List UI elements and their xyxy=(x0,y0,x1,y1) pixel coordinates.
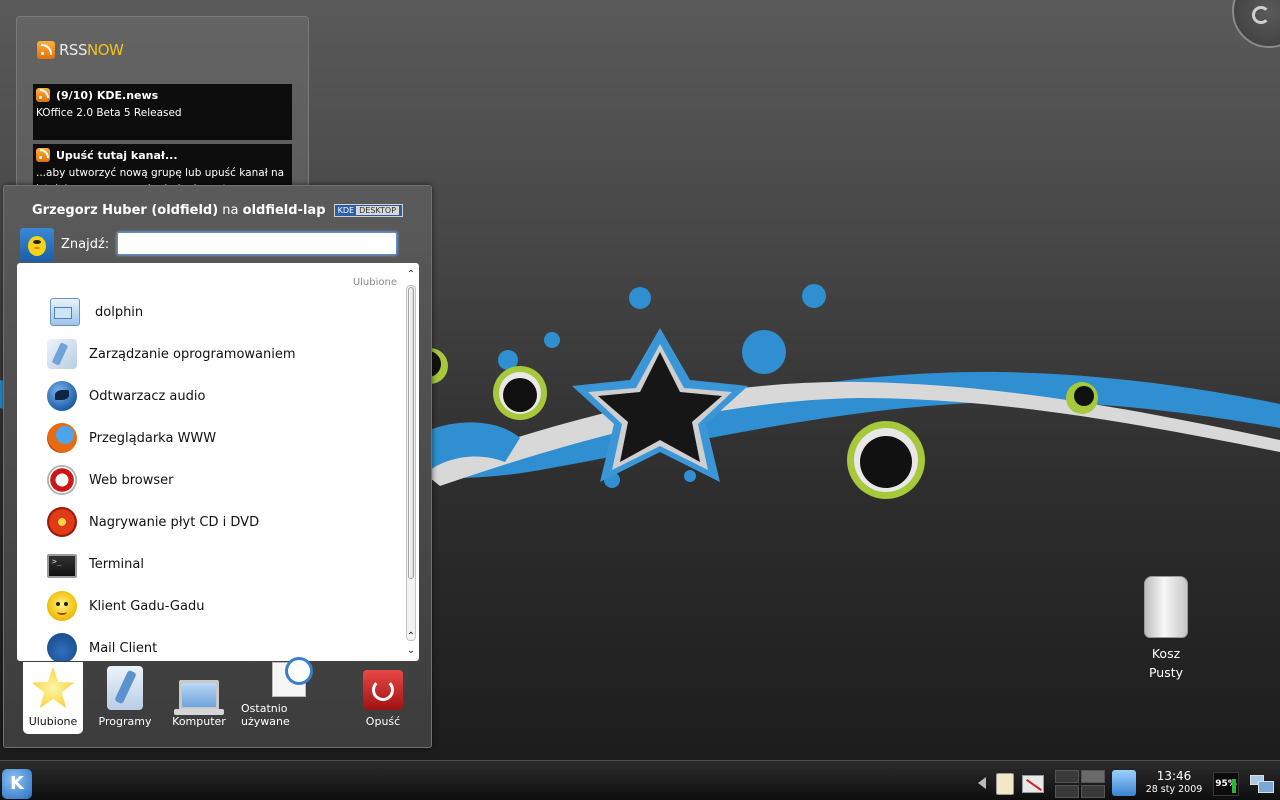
tab-favorites[interactable]: Ulubione xyxy=(23,662,83,734)
favorite-item-dolphin[interactable]: dolphin xyxy=(17,291,403,333)
system-tray xyxy=(976,769,1052,799)
host-name: oldfield-lap xyxy=(242,203,326,218)
show-desktop-icon[interactable] xyxy=(1248,771,1276,795)
favorite-item-web-browser[interactable]: Web browser xyxy=(17,459,403,501)
scrollbar-thumb[interactable] xyxy=(408,287,414,579)
scrollbar-track[interactable] xyxy=(406,285,416,641)
network-disconnected-icon[interactable] xyxy=(1022,775,1044,793)
kickoff-tab-bar: Ulubione Programy Komputer Ostatnio używ… xyxy=(17,657,419,734)
battery-monitor[interactable]: 95% xyxy=(1213,772,1239,796)
cd-burner-icon xyxy=(47,507,77,537)
pager-desktop-4[interactable] xyxy=(1081,785,1105,798)
rss-icon xyxy=(36,148,50,162)
rss-now-logo: RSSNOW xyxy=(37,41,124,59)
software-management-icon xyxy=(47,339,77,369)
thunderbird-mail-icon xyxy=(47,633,77,661)
computer-icon xyxy=(174,680,224,715)
tray-expand-arrow-icon[interactable] xyxy=(978,777,986,789)
feed-text: KOffice 2.0 Beta 5 Released xyxy=(36,107,182,119)
kde-menu-button[interactable]: K xyxy=(2,769,32,799)
pager-desktop-1[interactable] xyxy=(1055,770,1079,783)
tab-leave[interactable]: Opuść xyxy=(353,662,413,734)
favorite-item-terminal[interactable]: Terminal xyxy=(17,543,403,585)
tab-computer[interactable]: Komputer xyxy=(167,662,231,734)
favorites-scrollbar[interactable]: ⌃ ⌃ ⌄ xyxy=(405,269,417,657)
search-input[interactable] xyxy=(117,232,397,255)
star-icon xyxy=(31,666,75,709)
user-name: Grzegorz Huber (oldfield) xyxy=(31,203,219,218)
pager-desktop-3[interactable] xyxy=(1055,785,1079,798)
trash-label: Kosz xyxy=(1151,646,1181,661)
favorites-header: Ulubione xyxy=(352,277,397,288)
rss-icon xyxy=(37,41,55,59)
firefox-icon xyxy=(47,423,77,453)
opera-icon xyxy=(47,465,77,495)
favorites-panel: Ulubione dolphin Zarządzanie oprogramowa… xyxy=(17,263,419,661)
trash-widget[interactable]: Kosz Pusty xyxy=(1126,576,1206,682)
favorite-item-gadu-gadu[interactable]: Klient Gadu-Gadu xyxy=(17,585,403,627)
scroll-up-arrow-icon[interactable]: ⌃ xyxy=(405,631,417,643)
taskbar-panel: K 13:46 28 sty 2009 95% xyxy=(0,760,1280,800)
display-settings-icon[interactable] xyxy=(1112,770,1136,796)
rss-feed-item[interactable]: (9/10) KDE.news KOffice 2.0 Beta 5 Relea… xyxy=(33,84,292,140)
clock-time: 13:46 xyxy=(1156,769,1192,783)
search-label: Znajdź: xyxy=(61,237,110,252)
gadu-gadu-icon xyxy=(47,591,77,621)
favorites-list: dolphin Zarządzanie oprogramowaniem Odtw… xyxy=(17,291,403,661)
kickoff-menu: Grzegorz Huber (oldfield) na oldfield-la… xyxy=(3,185,432,748)
battery-percent: 95% xyxy=(1215,779,1237,789)
rss-icon xyxy=(36,88,50,102)
desktop-pager[interactable] xyxy=(1055,770,1105,798)
favorite-item-cd-burner[interactable]: Nagrywanie płyt CD i DVD xyxy=(17,501,403,543)
favorite-item-mail-client[interactable]: Mail Client xyxy=(17,627,403,661)
favorite-item-software-management[interactable]: Zarządzanie oprogramowaniem xyxy=(17,333,403,375)
feed-title: Upuść tutaj kanał... xyxy=(56,148,178,162)
kde-desktop-badge: KDE DESKTOP xyxy=(333,204,404,217)
cashew-icon xyxy=(1252,6,1270,24)
trash-status: Pusty xyxy=(1148,665,1184,680)
clipboard-icon[interactable] xyxy=(996,773,1014,795)
digital-clock[interactable]: 13:46 28 sty 2009 xyxy=(1142,769,1206,795)
amarok-audio-icon xyxy=(47,381,77,411)
power-icon xyxy=(363,670,403,710)
clock-date: 28 sty 2009 xyxy=(1145,784,1203,795)
dolphin-file-manager-icon xyxy=(50,298,80,326)
scroll-down-arrow-icon[interactable]: ⌄ xyxy=(405,645,417,657)
pager-desktop-2[interactable] xyxy=(1081,770,1105,783)
favorite-item-www-browser[interactable]: Przeglądarka WWW xyxy=(17,417,403,459)
recent-documents-icon xyxy=(272,657,313,697)
user-avatar xyxy=(20,228,54,262)
rss-now-widget: RSSNOW (9/10) KDE.news KOffice 2.0 Beta … xyxy=(16,16,309,206)
trash-bin-icon xyxy=(1144,576,1188,638)
tab-recently-used[interactable]: Ostatnio używane xyxy=(241,657,337,734)
scroll-up-arrow-icon[interactable]: ⌃ xyxy=(405,269,417,281)
user-host-line: Grzegorz Huber (oldfield) na oldfield-la… xyxy=(4,203,431,218)
tab-applications[interactable]: Programy xyxy=(93,662,157,734)
terminal-icon xyxy=(47,553,77,578)
feed-title: (9/10) KDE.news xyxy=(56,88,159,102)
applications-icon xyxy=(107,666,143,710)
favorite-item-audio-player[interactable]: Odtwarzacz audio xyxy=(17,375,403,417)
